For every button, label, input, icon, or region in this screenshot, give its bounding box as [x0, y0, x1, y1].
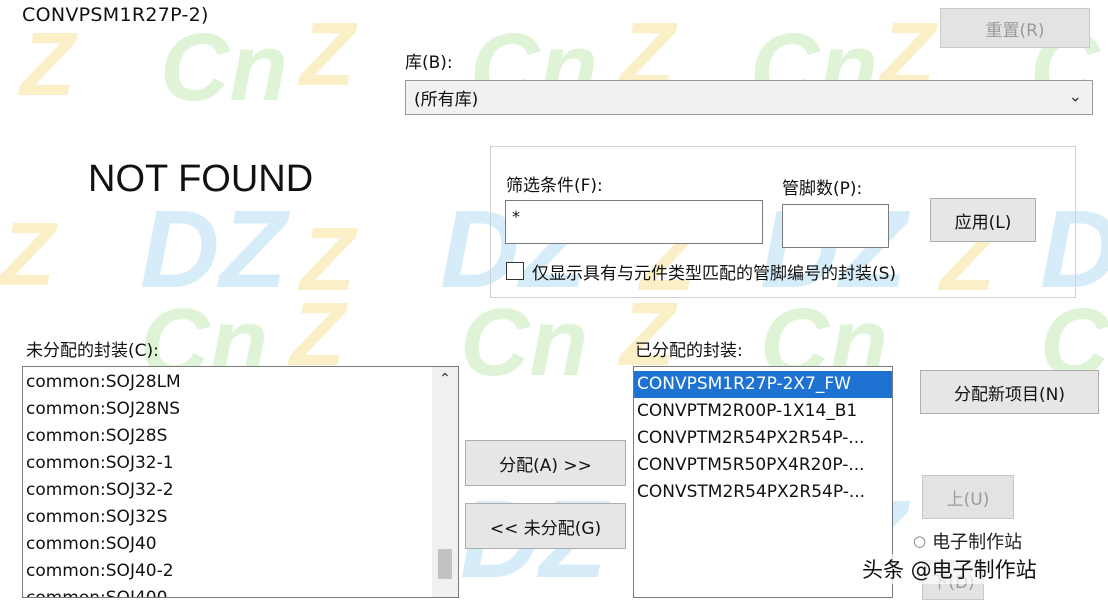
scroll-up-icon[interactable]: ⌃: [432, 371, 458, 387]
footprint-name: CONVPSM1R27P-2): [22, 4, 209, 26]
chevron-down-icon: ⌄: [1068, 86, 1082, 106]
list-item[interactable]: common:SOJ32S: [23, 504, 458, 531]
up-button[interactable]: 上(U): [922, 475, 1014, 519]
scrollbar-thumb[interactable]: [438, 549, 452, 579]
unassigned-listbox[interactable]: common:SOJ28LM common:SOJ28NS common:SOJ…: [22, 366, 459, 598]
list-item[interactable]: common:SOJ32-1: [23, 450, 458, 477]
pins-input[interactable]: [782, 204, 889, 248]
assigned-label: 已分配的封装:: [635, 341, 743, 361]
list-item-selected[interactable]: CONVPSM1R27P-2X7_FW: [634, 371, 892, 398]
list-item[interactable]: CONVSTM2R54PX2R54P-...: [634, 479, 892, 506]
watermark-credit: 头条 @电子制作站: [858, 554, 1041, 584]
preview-status: NOT FOUND: [88, 158, 314, 200]
watermark-site: ○ 电子制作站: [913, 528, 1022, 554]
list-item[interactable]: common:SOJ32-2: [23, 477, 458, 504]
list-item[interactable]: common:SOJ400: [23, 585, 458, 597]
list-item[interactable]: common:SOJ40: [23, 531, 458, 558]
assign-new-button[interactable]: 分配新项目(N): [920, 370, 1099, 414]
list-item[interactable]: CONVPTM5R50PX4R20P-...: [634, 452, 892, 479]
list-item[interactable]: common:SOJ40-2: [23, 558, 458, 585]
unassigned-scrollbar[interactable]: ⌃: [432, 367, 458, 597]
match-pins-checkbox[interactable]: [506, 262, 524, 280]
assign-button[interactable]: 分配(A) >>: [465, 440, 626, 486]
list-item[interactable]: CONVPTM2R54PX2R54P-...: [634, 425, 892, 452]
wechat-icon: ○: [913, 532, 927, 550]
library-select[interactable]: (所有库) ⌄: [405, 80, 1093, 115]
pins-label: 管脚数(P):: [782, 179, 863, 199]
unassign-button[interactable]: << 未分配(G): [465, 503, 626, 549]
list-item[interactable]: common:SOJ28NS: [23, 396, 458, 423]
list-item[interactable]: common:SOJ28LM: [23, 369, 458, 396]
filter-label: 筛选条件(F):: [506, 176, 603, 196]
apply-button[interactable]: 应用(L): [930, 198, 1036, 242]
match-pins-checkbox-label: 仅显示具有与元件类型匹配的管脚编号的封装(S): [532, 264, 897, 284]
list-item[interactable]: CONVPTM2R00P-1X14_B1: [634, 398, 892, 425]
list-item[interactable]: common:SOJ28S: [23, 423, 458, 450]
library-label: 库(B):: [405, 53, 453, 73]
watermark-site-text: 电子制作站: [932, 532, 1023, 553]
library-select-value: (所有库): [414, 90, 479, 110]
unassigned-label: 未分配的封装(C):: [26, 341, 159, 361]
filter-input[interactable]: *: [505, 200, 763, 244]
reset-button[interactable]: 重置(R): [940, 8, 1090, 48]
assigned-listbox[interactable]: CONVPSM1R27P-2X7_FW CONVPTM2R00P-1X14_B1…: [633, 366, 893, 598]
